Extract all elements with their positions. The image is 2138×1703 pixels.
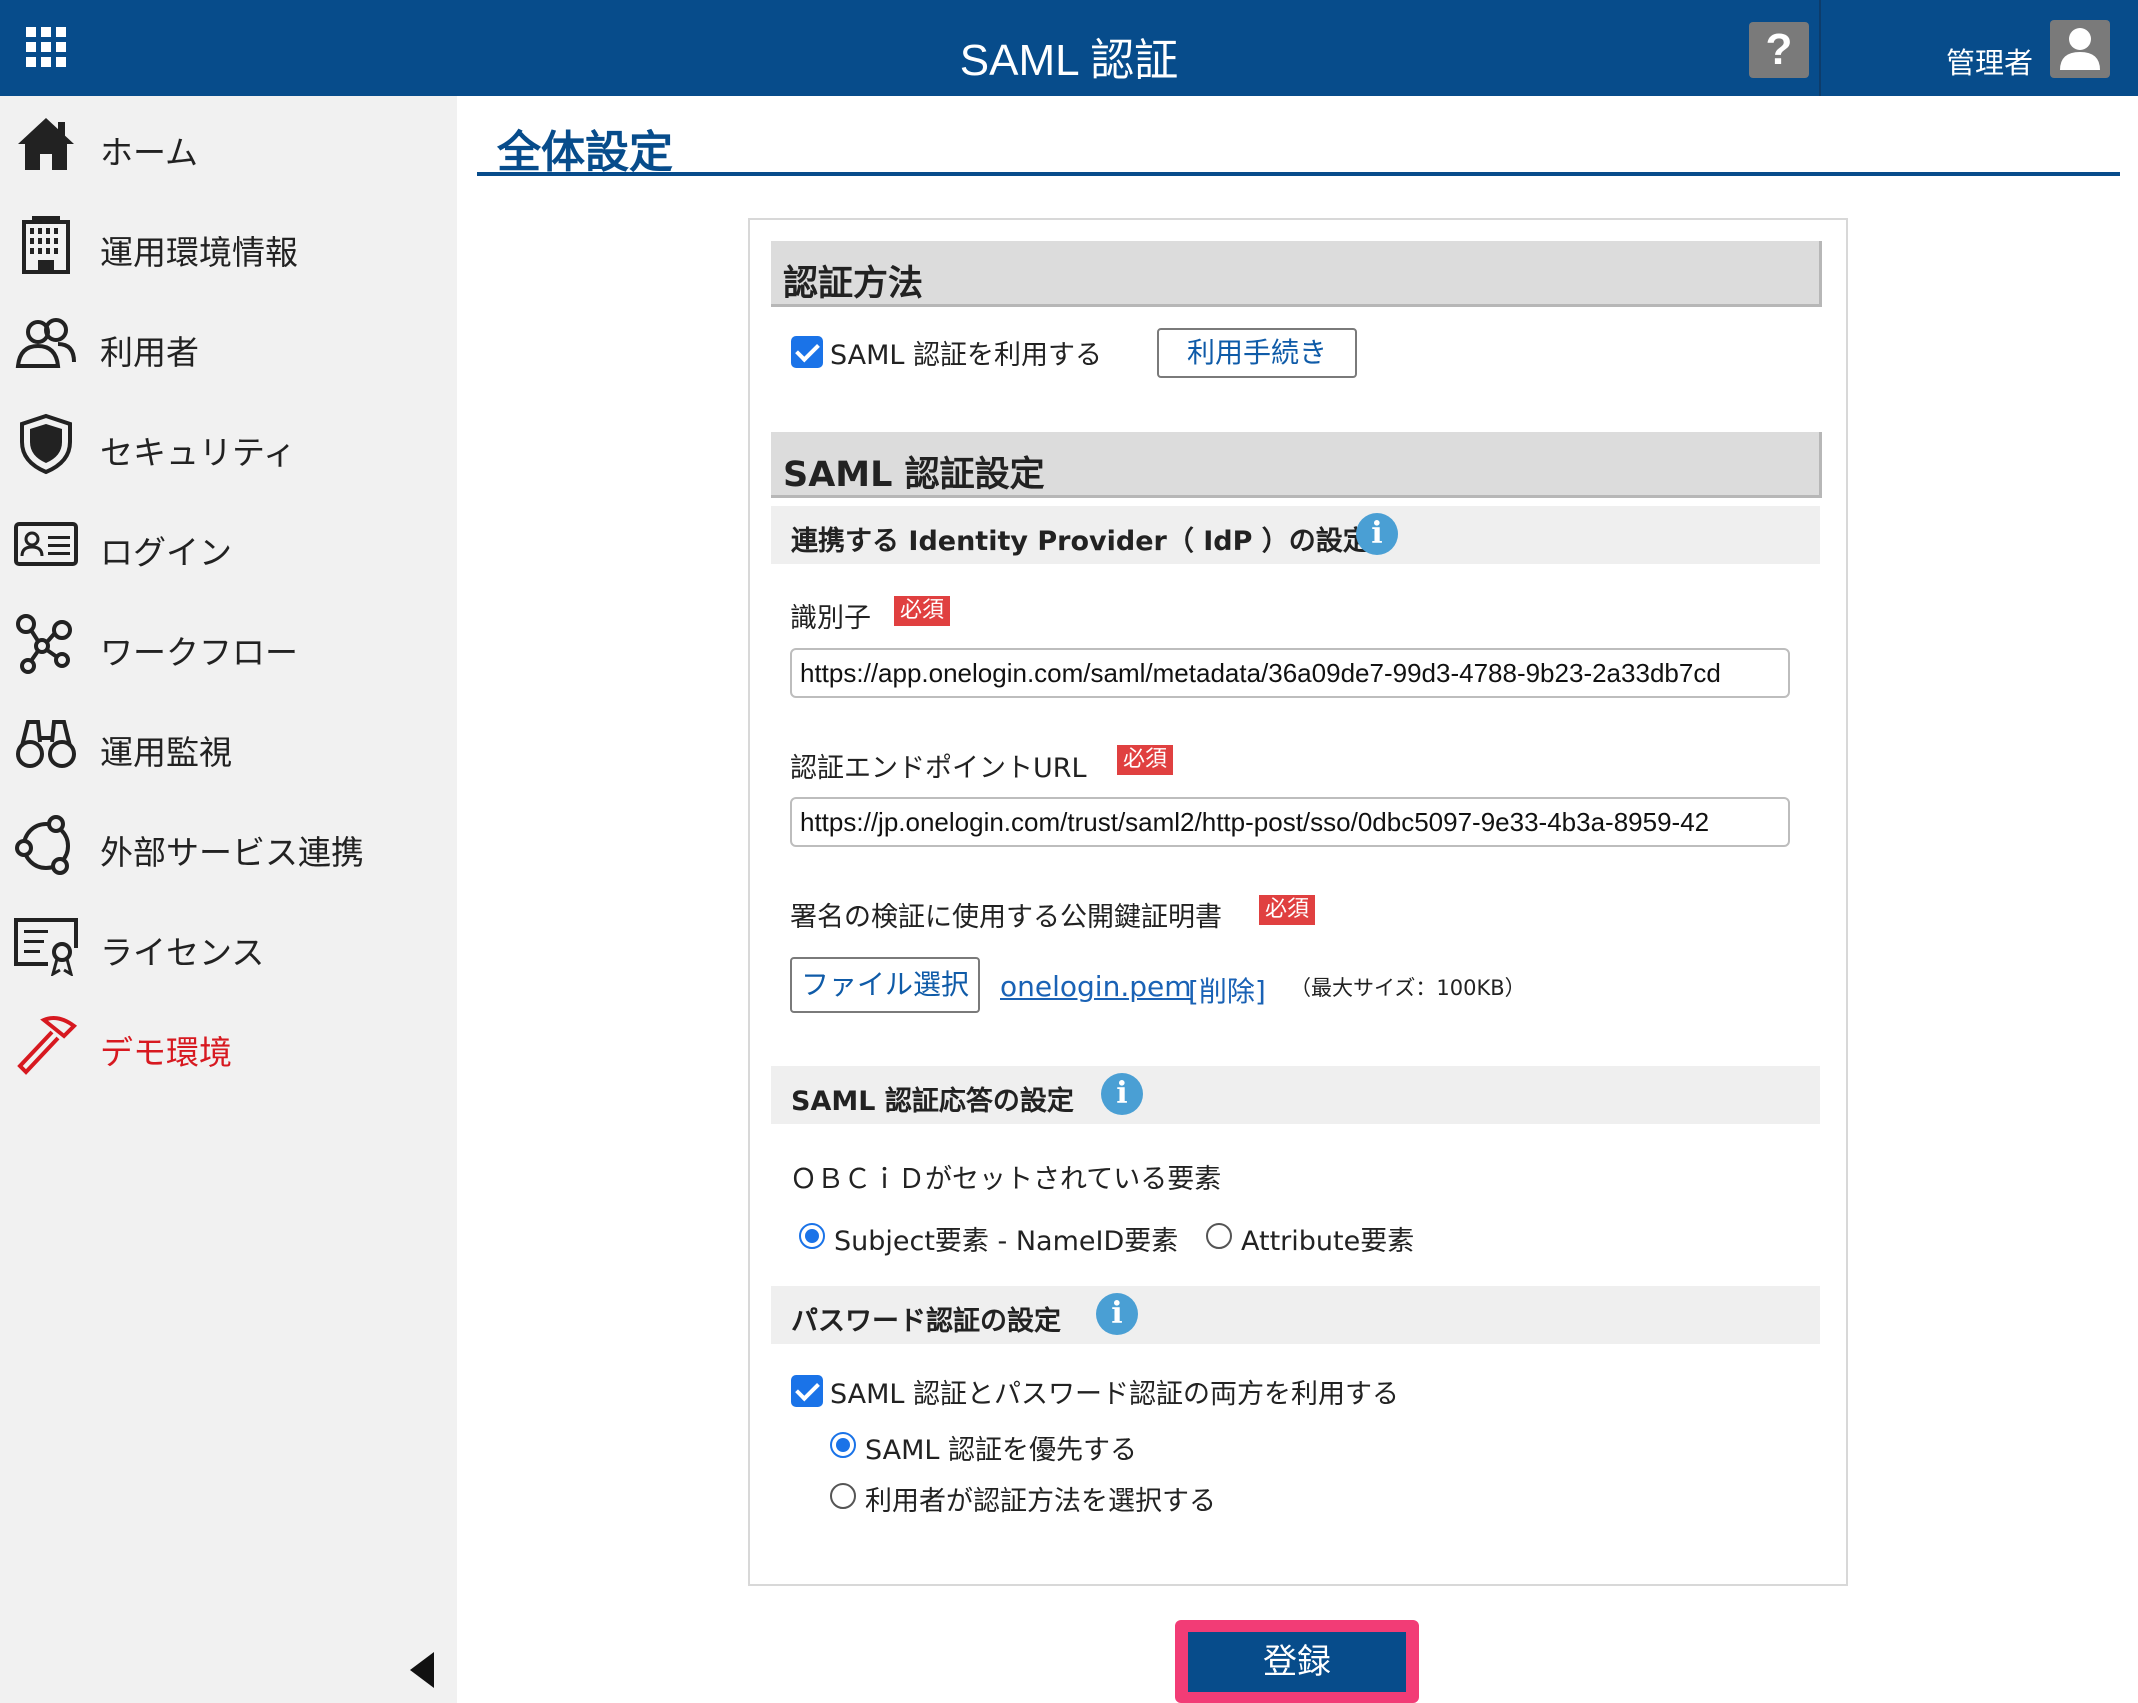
attribute-label: Attribute要素 — [1241, 1226, 1415, 1257]
section-title: SAML 認証設定 — [783, 455, 1045, 495]
sidebar-item-label: ホーム — [100, 133, 199, 172]
required-badge: 必須 — [894, 596, 951, 626]
prefer-saml-radio[interactable] — [830, 1432, 856, 1458]
info-icon[interactable]: i — [1101, 1073, 1143, 1115]
user-selects-method-radio[interactable] — [830, 1483, 856, 1509]
sidebar-item-label: ライセンス — [100, 933, 265, 972]
admin-user-label[interactable]: 管理者 — [1946, 40, 2033, 82]
sidebar-item-label: ログイン — [100, 533, 232, 572]
sidebar-item-external-services[interactable]: 外部サービス連携 — [0, 796, 457, 896]
sidebar-item-label: 運用環境情報 — [100, 233, 298, 272]
subsection-title: パスワード認証の設定 — [791, 1306, 1061, 1337]
subsection-title: SAML 認証応答の設定 — [791, 1086, 1074, 1117]
app-title: SAML 認証 — [959, 36, 1179, 85]
subsection-header-password: パスワード認証の設定 i — [771, 1286, 1820, 1344]
sidebar-item-license[interactable]: ライセンス — [0, 896, 457, 996]
sidebar-item-security[interactable]: セキュリティ — [0, 396, 457, 496]
certificate-icon — [14, 918, 78, 976]
users-icon — [15, 318, 76, 368]
page-title: 全体設定 — [497, 127, 673, 178]
section-title: 認証方法 — [783, 264, 924, 304]
sidebar-item-label: 利用者 — [100, 333, 199, 372]
required-badge: 必須 — [1259, 895, 1316, 925]
identifier-input[interactable]: https://app.onelogin.com/saml/metadata/3… — [790, 648, 1790, 698]
use-saml-label: SAML 認証を利用する — [830, 340, 1103, 371]
collapse-sidebar-icon[interactable] — [410, 1652, 434, 1688]
sidebar-item-label: 運用監視 — [100, 733, 232, 772]
info-icon[interactable]: i — [1356, 513, 1398, 555]
sidebar-item-label: 外部サービス連携 — [100, 833, 364, 872]
endpoint-url-label: 認証エンドポイントURL — [790, 753, 1087, 784]
max-size-note: （最大サイズ：100KB） — [1290, 976, 1526, 1000]
user-avatar-icon[interactable] — [2050, 20, 2110, 78]
building-icon — [22, 216, 70, 274]
sidebar-item-label: デモ環境 — [100, 1033, 232, 1072]
obcid-element-label: ＯＢＣｉＤがセットされている要素 — [790, 1164, 1222, 1195]
user-selects-method-label: 利用者が認証方法を選択する — [865, 1486, 1216, 1517]
sidebar-item-workflow[interactable]: ワークフロー — [0, 596, 457, 696]
title-divider — [477, 172, 2120, 176]
attribute-radio[interactable] — [1206, 1223, 1232, 1249]
subject-nameid-label: Subject要素 - NameID要素 — [834, 1226, 1179, 1257]
submit-highlight: 登録 — [1175, 1620, 1419, 1703]
delete-file-link[interactable]: [削除] — [1188, 970, 1266, 1010]
sidebar-item-monitoring[interactable]: 運用監視 — [0, 696, 457, 796]
sidebar: ホーム 運用環境情報 利用者 セキュリティ ログイン ワークフロー 運用監視 外… — [0, 96, 457, 1703]
section-header-saml-settings: SAML 認証設定 — [771, 432, 1822, 498]
sidebar-item-login[interactable]: ログイン — [0, 496, 457, 596]
section-header-auth-method: 認証方法 — [771, 241, 1822, 307]
top-header-bar: SAML 認証 ? 管理者 — [0, 0, 2138, 96]
subsection-header-saml-response: SAML 認証応答の設定 i — [771, 1066, 1820, 1124]
register-button[interactable]: 登録 — [1188, 1632, 1406, 1692]
id-card-icon — [14, 522, 78, 566]
binoculars-icon — [16, 720, 76, 768]
identifier-label: 識別子 — [790, 603, 871, 634]
header-divider — [1819, 0, 1821, 96]
home-icon — [18, 118, 74, 170]
use-saml-checkbox[interactable] — [791, 336, 823, 368]
use-both-auth-label: SAML 認証とパスワード認証の両方を利用する — [830, 1379, 1400, 1410]
workflow-icon — [16, 614, 72, 674]
use-both-auth-checkbox[interactable] — [791, 1375, 823, 1407]
subsection-header-idp: 連携する Identity Provider（ IdP ）の設定 i — [771, 506, 1820, 564]
required-badge: 必須 — [1117, 745, 1174, 775]
hammer-icon — [17, 1016, 78, 1075]
subject-nameid-radio[interactable] — [799, 1223, 825, 1249]
usage-procedure-button[interactable]: 利用手続き — [1157, 328, 1357, 378]
subsection-title: 連携する Identity Provider（ IdP ）の設定 — [791, 526, 1370, 557]
sidebar-item-label: セキュリティ — [100, 433, 297, 472]
sidebar-item-users[interactable]: 利用者 — [0, 296, 457, 396]
sidebar-item-demo-environment[interactable]: デモ環境 — [0, 996, 457, 1096]
info-icon[interactable]: i — [1096, 1293, 1138, 1335]
help-button[interactable]: ? — [1749, 22, 1809, 78]
certificate-file-link[interactable]: onelogin.pem — [1000, 970, 1192, 1003]
sidebar-item-label: ワークフロー — [100, 633, 298, 672]
sidebar-item-home[interactable]: ホーム — [0, 96, 457, 196]
network-icon — [15, 815, 70, 875]
sidebar-item-environment-info[interactable]: 運用環境情報 — [0, 196, 457, 296]
certificate-label: 署名の検証に使用する公開鍵証明書 — [790, 902, 1222, 933]
prefer-saml-label: SAML 認証を優先する — [865, 1435, 1138, 1466]
endpoint-url-input[interactable]: https://jp.onelogin.com/trust/saml2/http… — [790, 797, 1790, 847]
shield-icon — [20, 413, 72, 475]
file-select-button[interactable]: ファイル選択 — [790, 957, 980, 1013]
